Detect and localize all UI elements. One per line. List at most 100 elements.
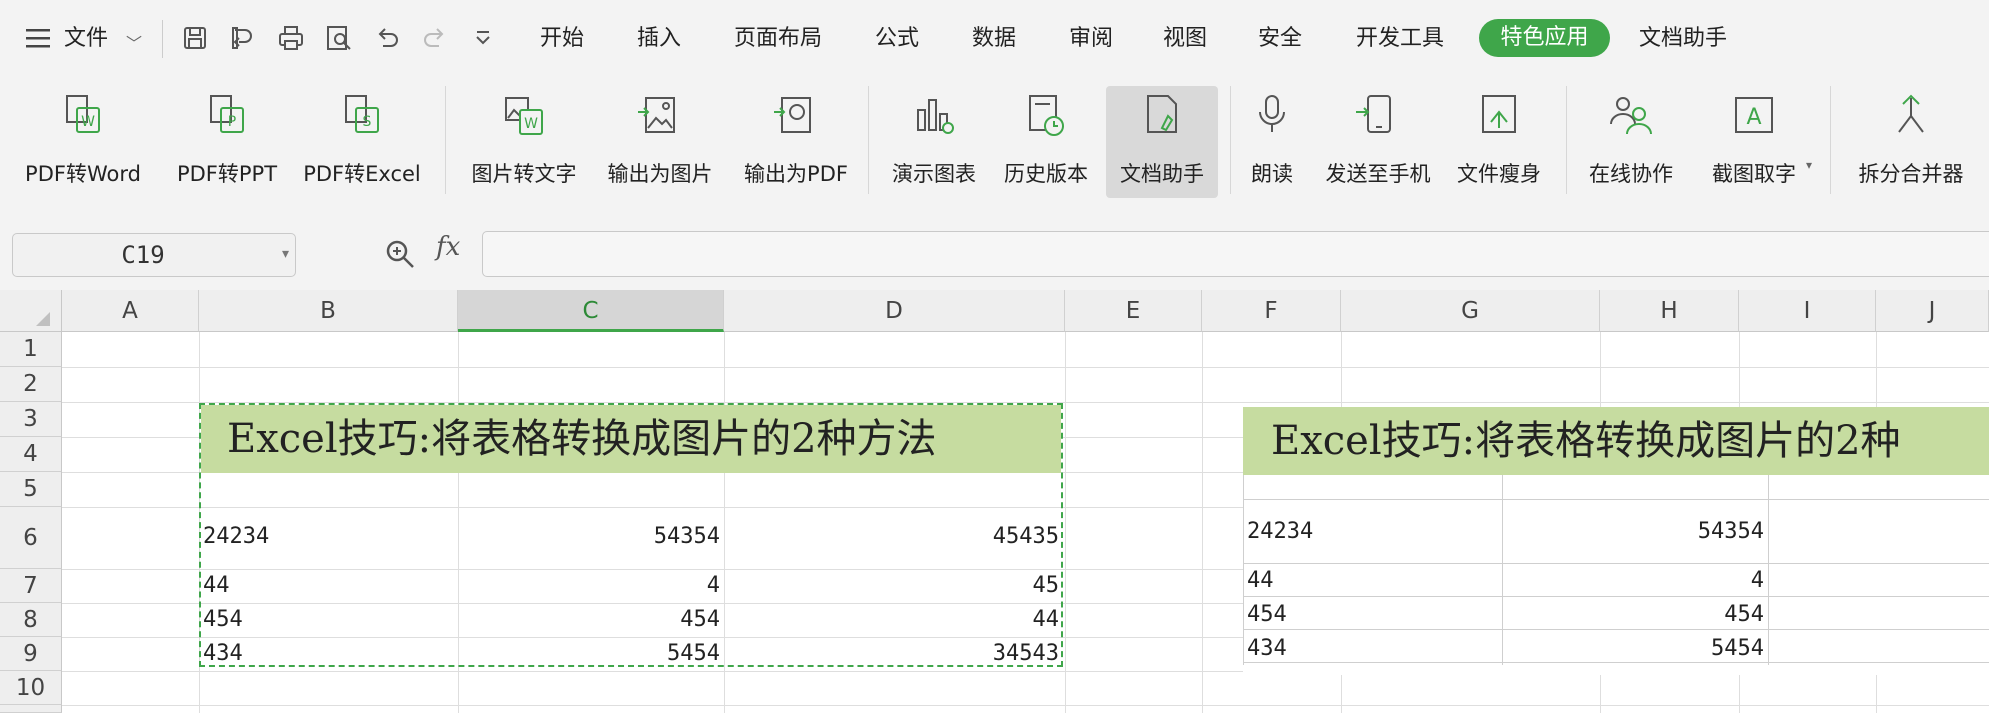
- column-header-i[interactable]: I: [1739, 290, 1876, 332]
- online-collaborate-button[interactable]: 在线协作: [1578, 86, 1684, 198]
- tab-data[interactable]: 数据: [972, 22, 1016, 56]
- row-header-10[interactable]: 10: [0, 671, 62, 705]
- picture-gridline: [1243, 499, 1989, 500]
- send-to-phone-button[interactable]: 发送至手机: [1310, 86, 1446, 198]
- select-all-corner[interactable]: [0, 290, 62, 332]
- send-to-phone-icon: [1352, 90, 1404, 142]
- svg-text:W: W: [81, 114, 95, 130]
- formula-bar: C19 ▾ fx: [0, 202, 1989, 290]
- row-header-9[interactable]: 9: [0, 637, 62, 671]
- ribbon-separator: [1230, 86, 1231, 194]
- svg-text:P: P: [228, 114, 236, 130]
- row-header-5[interactable]: 5: [0, 472, 62, 507]
- collaborate-icon: [1605, 90, 1657, 142]
- svg-text:A: A: [1746, 105, 1761, 130]
- chevron-down-icon[interactable]: ▾: [1806, 158, 1812, 172]
- read-aloud-button[interactable]: 朗读: [1242, 86, 1302, 198]
- ribbon-separator: [1566, 86, 1567, 194]
- copy-selection-marquee: [199, 403, 1063, 667]
- history-version-button[interactable]: 历史版本: [994, 86, 1098, 198]
- pdf-to-ppt-button[interactable]: P PDF转PPT: [166, 86, 288, 198]
- zoom-icon[interactable]: [384, 238, 416, 270]
- tab-start[interactable]: 开始: [540, 22, 584, 56]
- tab-insert[interactable]: 插入: [637, 22, 681, 56]
- formula-input[interactable]: [482, 231, 1989, 277]
- image-to-text-label: 图片转文字: [471, 162, 577, 186]
- column-header-e[interactable]: E: [1065, 290, 1202, 332]
- column-header-h[interactable]: H: [1600, 290, 1739, 332]
- tab-developer[interactable]: 开发工具: [1356, 22, 1444, 56]
- image-to-text-button[interactable]: W 图片转文字: [460, 86, 588, 198]
- tab-security[interactable]: 安全: [1258, 22, 1302, 56]
- file-slim-icon: [1473, 90, 1525, 142]
- split-merge-label: 拆分合并器: [1858, 162, 1964, 186]
- row-header-11[interactable]: [0, 705, 62, 713]
- split-merge-icon: [1885, 90, 1937, 142]
- chevron-down-icon[interactable]: ▾: [282, 246, 289, 262]
- tab-doc-assistant[interactable]: 文档助手: [1639, 22, 1727, 56]
- export-pdf-button[interactable]: 输出为PDF: [732, 86, 860, 198]
- print-icon[interactable]: [277, 24, 305, 52]
- pasted-table-picture[interactable]: Excel技巧:将表格转换成图片的2种 24234 54354 44 4 454…: [1243, 407, 1989, 675]
- save-icon[interactable]: [181, 24, 209, 52]
- screenshot-ocr-button[interactable]: A 截图取字 ▾: [1692, 86, 1816, 198]
- column-header-f[interactable]: F: [1202, 290, 1341, 332]
- print-preview-icon[interactable]: [325, 24, 353, 52]
- row-header-1[interactable]: 1: [0, 332, 62, 367]
- tab-featured-apps[interactable]: 特色应用: [1479, 19, 1610, 57]
- online-collaborate-label: 在线协作: [1589, 162, 1673, 186]
- name-box[interactable]: C19 ▾: [12, 233, 296, 277]
- file-menu[interactable]: 文件: [64, 22, 108, 56]
- pdf-to-ppt-icon: P: [201, 90, 253, 142]
- picture-cell: 454: [1247, 602, 1287, 627]
- doc-assistant-button[interactable]: 文档助手: [1106, 86, 1218, 198]
- row-header-3[interactable]: 3: [0, 402, 62, 437]
- gridline: [1202, 332, 1203, 713]
- picture-cell: 4: [1750, 568, 1764, 593]
- pdf-to-excel-icon: S: [336, 90, 388, 142]
- image-to-text-icon: W: [498, 90, 550, 142]
- ribbon-separator: [1830, 86, 1831, 194]
- column-header-g[interactable]: G: [1341, 290, 1600, 332]
- picture-gridline: [1243, 596, 1989, 597]
- tab-review[interactable]: 审阅: [1069, 22, 1113, 56]
- row-header-4[interactable]: 4: [0, 437, 62, 472]
- tab-formulas[interactable]: 公式: [875, 22, 919, 56]
- export-image-label: 输出为图片: [607, 162, 713, 186]
- chevron-down-icon[interactable]: ﹀: [126, 30, 142, 54]
- export-image-icon: [634, 90, 686, 142]
- file-slim-label: 文件瘦身: [1457, 162, 1541, 186]
- picture-gridline: [1243, 563, 1989, 564]
- history-icon: [1020, 90, 1072, 142]
- export-icon[interactable]: [229, 24, 257, 52]
- chart-presentation-button[interactable]: 演示图表: [882, 86, 986, 198]
- column-header-d[interactable]: D: [724, 290, 1065, 332]
- file-slim-button[interactable]: 文件瘦身: [1448, 86, 1550, 198]
- pdf-to-word-button[interactable]: W PDF转Word: [12, 86, 154, 198]
- undo-icon[interactable]: [373, 24, 401, 52]
- row-header-2[interactable]: 2: [0, 367, 62, 402]
- fx-button[interactable]: fx: [436, 232, 460, 262]
- export-image-button[interactable]: 输出为图片: [596, 86, 724, 198]
- tab-view[interactable]: 视图: [1163, 22, 1207, 56]
- column-header-b[interactable]: B: [199, 290, 458, 332]
- hamburger-menu-icon[interactable]: [26, 27, 52, 49]
- read-aloud-label: 朗读: [1251, 162, 1293, 186]
- split-merge-button[interactable]: 拆分合并器: [1846, 86, 1976, 198]
- customize-dropdown-icon[interactable]: [469, 24, 497, 52]
- column-header-a[interactable]: A: [62, 290, 199, 332]
- spreadsheet-grid[interactable]: A B C D E F G H I J 1 2 3 4 5 6 7 8 9 10…: [0, 290, 1989, 713]
- row-header-6[interactable]: 6: [0, 507, 62, 569]
- pdf-to-ppt-label: PDF转PPT: [176, 162, 278, 186]
- tab-page-layout[interactable]: 页面布局: [734, 22, 822, 56]
- column-header-j[interactable]: J: [1876, 290, 1989, 332]
- pdf-to-word-icon: W: [57, 90, 109, 142]
- pdf-to-excel-button[interactable]: S PDF转Excel: [296, 86, 428, 198]
- row-header-8[interactable]: 8: [0, 603, 62, 637]
- picture-gridline: [1768, 475, 1769, 665]
- row-header-7[interactable]: 7: [0, 569, 62, 603]
- picture-cell: 24234: [1247, 519, 1314, 544]
- column-header-c[interactable]: C: [458, 290, 724, 332]
- export-pdf-label: 输出为PDF: [744, 162, 848, 186]
- redo-icon[interactable]: [421, 24, 449, 52]
